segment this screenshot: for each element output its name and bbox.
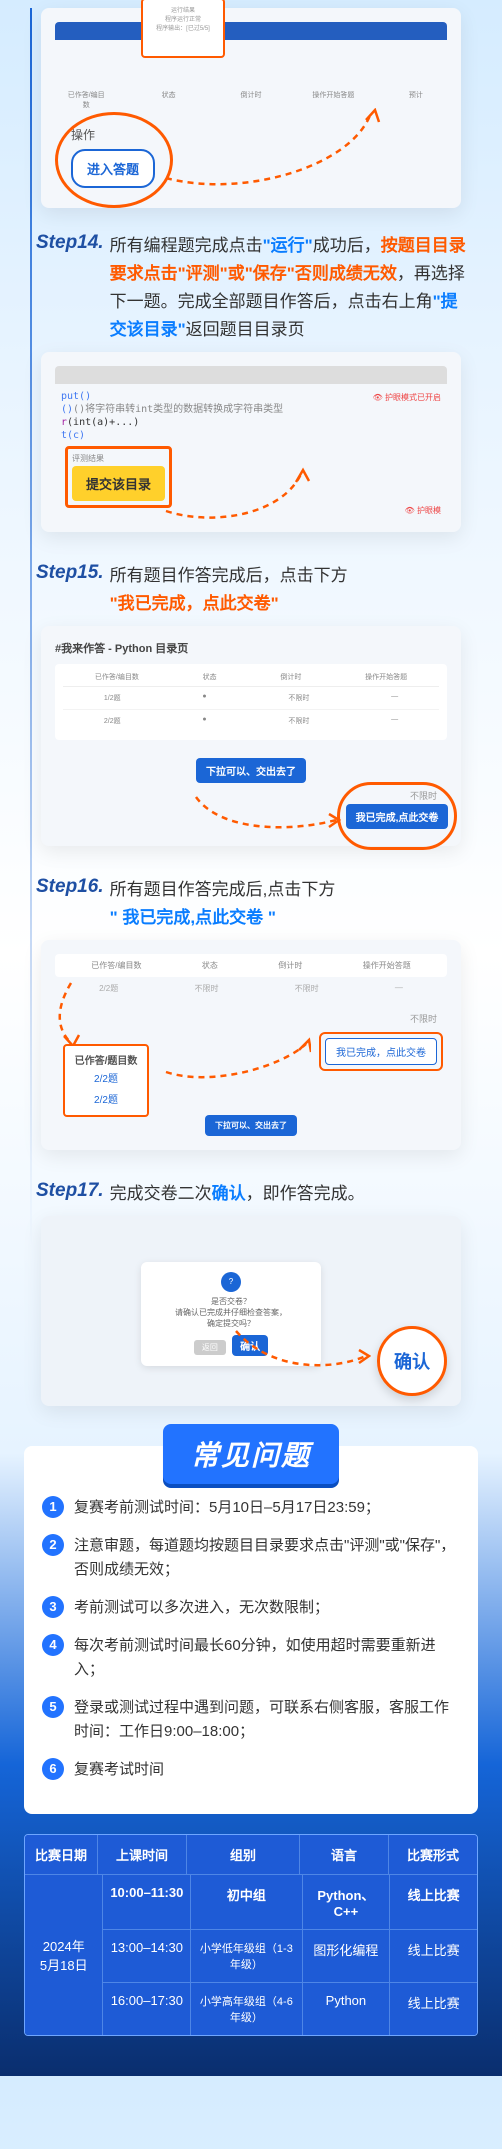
submit-exam-button[interactable]: 我已完成，点此交卷 xyxy=(325,1038,437,1065)
step14-label: Step14. xyxy=(36,232,104,254)
submit-dir-button[interactable]: 提交该目录 xyxy=(72,466,165,501)
step15-screenshot: #我来作答 - Python 目录页 已作答/编目数 状态 倒计时 操作开始答题… xyxy=(41,626,461,846)
step14-desc: 所有编程题完成点击"运行"成功后，按题目目录要求点击"评测"或"保存"否则成绩无… xyxy=(110,232,466,344)
step17-desc: 完成交卷二次确认，即作答完成。 xyxy=(110,1180,365,1208)
dashed-arrow xyxy=(191,792,341,842)
timeline xyxy=(30,8,32,1249)
confirm-circle-button[interactable]: 确认 xyxy=(377,1326,447,1396)
step14-screenshot-bottom: put() ()()将字符串转int类型的数据转换成字符串类型 r(int(a)… xyxy=(41,352,461,532)
faq-item: 3考前测试可以多次进入，无次数限制； xyxy=(42,1596,460,1620)
popup-line: 运行结果 xyxy=(148,5,218,14)
dialog-text: 是否交卷？ 请确认已完成并仔细检查答案， 确定提交吗？ xyxy=(151,1296,311,1329)
schedule-table: 比赛日期 上课时间 组别 语言 比赛形式 2024年 5月18日 10:00–1… xyxy=(24,1834,478,2036)
table-row: 10:00–11:30 初中组 Python、C++ 线上比赛 xyxy=(103,1875,477,1930)
dashed-arrow xyxy=(161,1032,311,1092)
step17-label: Step17. xyxy=(36,1180,104,1202)
submit-exam-button[interactable]: 我已完成,点此交卷 xyxy=(346,804,449,829)
faq-card: 常见问题 1复赛考前测试时间：5月10日–5月17日23:59； 2注意审题，每… xyxy=(24,1446,478,1814)
step16-desc: 所有题目作答完成后,点击下方 " 我已完成,点此交卷 " xyxy=(110,876,336,932)
highlight-circle xyxy=(55,112,173,208)
step15-label: Step15. xyxy=(36,562,104,584)
confirm-button-small[interactable]: 确认 xyxy=(232,1335,268,1356)
step15-desc: 所有题目作答完成后，点击下方 "我已完成，点此交卷" xyxy=(110,562,348,618)
cancel-button[interactable]: 返回 xyxy=(194,1340,226,1355)
panel-title: #我来作答 - Python 目录页 xyxy=(55,640,447,656)
faq-item: 1复赛考前测试时间：5月10日–5月17日23:59； xyxy=(42,1496,460,1520)
faq-title: 常见问题 xyxy=(163,1424,339,1484)
table-row: 13:00–14:30 小学低年级组（1-3年级） 图形化编程 线上比赛 xyxy=(103,1930,477,1983)
faq-item: 4每次考前测试时间最长60分钟，如使用超时需要重新进入； xyxy=(42,1634,460,1682)
dashed-arrow xyxy=(161,466,311,526)
step17-screenshot: ? 是否交卷？ 请确认已完成并仔细检查答案， 确定提交吗？ 返回 确认 确认 xyxy=(41,1216,461,1406)
date-cell: 2024年 5月18日 xyxy=(25,1875,103,2035)
eye-mode-badge: 👁 护眼模 xyxy=(405,505,441,516)
faq-item: 6复赛考试时间 xyxy=(42,1758,460,1782)
table-row: 16:00–17:30 小学高年级组（4-6年级） Python 线上比赛 xyxy=(103,1983,477,2035)
result-popup: 运行结果 程序运行正常 程序输出：[已过5/5] xyxy=(141,0,225,58)
faq-item: 5登录或测试过程中遇到问题，可联系右侧客服，客服工作时间：工作日9:00–18:… xyxy=(42,1696,460,1744)
step16-label: Step16. xyxy=(36,876,104,898)
step16-screenshot: 已作答/编目数状态倒计时操作开始答题 2/2题不限时不限时— 已作答/题目数 2… xyxy=(41,940,461,1150)
result-label: 评测结果 xyxy=(72,453,165,464)
popup-line: 程序运行正常 xyxy=(148,14,218,23)
step14-screenshot-top: 运行结果 程序运行正常 程序输出：[已过5/5] 已作答/编目数状态倒计时操作开… xyxy=(41,8,461,208)
popup-line: 程序输出：[已过5/5] xyxy=(148,23,218,32)
table-header: 比赛日期 上课时间 组别 语言 比赛形式 xyxy=(25,1835,477,1875)
answered-box: 已作答/题目数 2/2题 2/2题 xyxy=(63,1044,149,1117)
eye-mode-badge: 👁 护眼模式已开启 xyxy=(373,392,441,403)
faq-item: 2注意审题，每道题均按题目目录要求点击"评测"或"保存"，否则成绩无效； xyxy=(42,1534,460,1582)
dashed-arrow xyxy=(161,108,381,198)
highlight-circle: 我已完成,点此交卷 xyxy=(337,782,457,850)
center-button[interactable]: 下拉可以、交出去了 xyxy=(196,758,306,783)
